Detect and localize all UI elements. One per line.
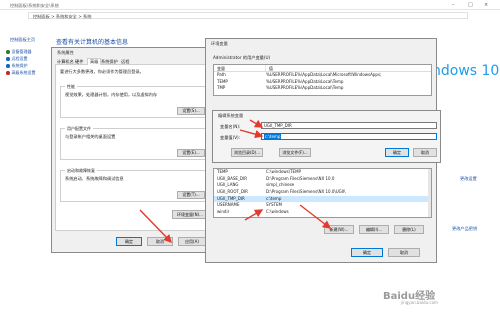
user-vars-table[interactable]: 变量值 Path %USERPROFILE%\AppData\Local\Micr… bbox=[213, 64, 432, 96]
edit-variable-button[interactable]: 编辑(I)... bbox=[359, 225, 389, 234]
browse-file-button[interactable]: 浏览文件(F)... bbox=[279, 148, 311, 157]
windows-logo-text: ndows 10 bbox=[432, 63, 500, 79]
sysprops-apply-button[interactable]: 应用(A) bbox=[178, 237, 206, 246]
table-row[interactable]: UGII_ROOT_DIR D:\Program Files\Siemens\NX… bbox=[214, 189, 431, 196]
page-heading: 查看有关计算机的基本信息 bbox=[56, 39, 129, 46]
var-name: TEMP bbox=[217, 78, 228, 84]
nav-remote-settings[interactable]: 远程设置 bbox=[6, 56, 28, 62]
environment-variables-button[interactable]: 环境变量(N)... bbox=[172, 210, 208, 219]
title-bar: 控制面板\系统和安全\系统 – □ × bbox=[0, 0, 500, 10]
var-name-label: 变量名(N): bbox=[220, 124, 241, 129]
window-title: 控制面板\系统和安全\系统 bbox=[10, 2, 59, 8]
cp-home-link[interactable]: 控制面板主页 bbox=[10, 37, 35, 43]
edit-system-variable-dialog: 编辑系统变量 变量名(N): UGII_TMP_DIR 变量值(V): c:\t… bbox=[212, 110, 441, 163]
table-row[interactable]: Path %USERPROFILE%\AppData\Local\Microsof… bbox=[214, 72, 431, 79]
performance-settings-button[interactable]: 设置(S)... bbox=[177, 107, 205, 115]
shield-icon bbox=[6, 64, 10, 68]
user-profiles-desc: 与登录帐户相关的桌面设置 bbox=[65, 134, 116, 139]
var-value: %USERPROFILE%\AppData\Local\Microsoft\Wi… bbox=[266, 72, 382, 77]
admin-note: 要进行大多数更改，你必须作为管理员登录。 bbox=[60, 69, 144, 74]
minimize-icon[interactable]: – bbox=[452, 2, 455, 8]
editdlg-cancel-button[interactable]: 取消 bbox=[413, 148, 437, 157]
delete-variable-button[interactable]: 删除(L) bbox=[394, 225, 424, 234]
editdlg-title: 编辑系统变量 bbox=[218, 112, 244, 118]
envvars-cancel-button[interactable]: 取消 bbox=[388, 248, 420, 257]
startup-recovery-desc: 系统启动、系统故障和调试信息 bbox=[65, 176, 124, 181]
maximize-icon[interactable]: □ bbox=[468, 2, 473, 8]
advanced-panel: 要进行大多数更改，你必须作为管理员登录。 性能 视觉效果，处理器计划，内存使用，… bbox=[55, 65, 211, 231]
user-profiles-group: 用户配置文件 与登录帐户相关的桌面设置 设置(E)... bbox=[60, 126, 208, 160]
var-name: TMP bbox=[217, 85, 226, 91]
var-name: UGII_TMP_DIR bbox=[217, 195, 245, 201]
change-key-link[interactable]: 更改产品密钥 bbox=[452, 226, 477, 232]
nav-system-protection[interactable]: 系统保护 bbox=[6, 63, 28, 69]
shield-icon bbox=[6, 71, 10, 75]
nav-advanced-settings[interactable]: 高级系统设置 bbox=[6, 70, 36, 76]
var-name-input[interactable]: UGII_TMP_DIR bbox=[261, 122, 437, 129]
performance-group: 性能 视觉效果，处理器计划，内存使用，以及虚拟内存 设置(S)... bbox=[60, 84, 208, 118]
var-value: SYSTEM bbox=[266, 202, 282, 208]
envvars-title: 环境变量 bbox=[211, 40, 228, 46]
col-value: 值 bbox=[269, 66, 273, 71]
user-vars-header: 变量值 bbox=[214, 65, 431, 72]
var-value-input[interactable]: c:\temp bbox=[261, 133, 437, 140]
nav-device-manager[interactable]: 设备管理器 bbox=[6, 49, 32, 55]
startup-recovery-settings-button[interactable]: 设置(T)... bbox=[177, 191, 205, 199]
var-value: C:\windows\TEMP bbox=[266, 169, 301, 174]
var-name: USERNAME bbox=[217, 202, 240, 208]
var-name: TEMP bbox=[217, 169, 228, 174]
startup-recovery-label: 启动和故障恢复 bbox=[65, 168, 97, 174]
user-profiles-label: 用户配置文件 bbox=[65, 126, 93, 132]
table-row[interactable]: TMP %USERPROFILE%\AppData\Local\Temp bbox=[214, 85, 431, 92]
var-value: simpl_chinese bbox=[266, 182, 295, 188]
shield-icon bbox=[6, 50, 10, 54]
var-value: D:\Program Files\Siemens\NX 10.0\UGII\ bbox=[266, 189, 346, 195]
var-value-text: c:\temp bbox=[264, 134, 282, 139]
startup-recovery-group: 启动和故障恢复 系统启动、系统故障和调试信息 设置(T)... bbox=[60, 168, 208, 202]
system-properties-dialog: 系统属性 计算机名 硬件 高级 系统保护 远程 要进行大多数更改，你必须作为管理… bbox=[51, 47, 213, 253]
table-row[interactable]: USERNAME SYSTEM bbox=[214, 202, 431, 209]
sysprops-title: 系统属性 bbox=[57, 49, 74, 55]
tab-strip: 计算机名 硬件 高级 系统保护 远程 bbox=[55, 58, 211, 66]
table-row[interactable]: TEMP %USERPROFILE%\AppData\Local\Temp bbox=[214, 79, 431, 86]
close-icon[interactable]: × bbox=[484, 2, 488, 8]
var-value: C:\windows bbox=[266, 209, 289, 215]
table-row[interactable]: windir C:\windows bbox=[214, 209, 431, 216]
table-row-selected[interactable]: UGII_TMP_DIR c:\temp bbox=[214, 195, 431, 203]
new-variable-button[interactable]: 新建(W)... bbox=[324, 225, 354, 234]
browse-directory-button[interactable]: 浏览目录(D)... bbox=[231, 148, 263, 157]
watermark-url: jingyan.baidu.com bbox=[401, 300, 438, 305]
performance-label: 性能 bbox=[65, 84, 77, 90]
var-name: UGII_ROOT_DIR bbox=[217, 189, 248, 195]
table-row[interactable]: UGII_BASE_DIR D:\Program Files\Siemens\NX… bbox=[214, 176, 431, 183]
editdlg-ok-button[interactable]: 确定 bbox=[385, 148, 409, 157]
breadcrumb: 控制面板 > 系统和安全 > 系统 bbox=[33, 13, 92, 19]
sysprops-ok-button[interactable]: 确定 bbox=[116, 237, 142, 246]
table-row[interactable]: TEMP C:\windows\TEMP bbox=[214, 169, 431, 176]
envvars-ok-button[interactable]: 确定 bbox=[351, 248, 383, 257]
performance-desc: 视觉效果，处理器计划，内存使用，以及虚拟内存 bbox=[65, 92, 158, 97]
change-settings-link[interactable]: 更改设置 bbox=[460, 176, 477, 182]
var-value: D:\Program Files\Siemens\NX 10.0 bbox=[266, 175, 335, 181]
col-variable: 变量 bbox=[214, 65, 266, 71]
system-vars-table[interactable]: TEMP C:\windows\TEMP UGII_BASE_DIR D:\Prog… bbox=[213, 168, 432, 218]
user-profiles-settings-button[interactable]: 设置(E)... bbox=[177, 149, 205, 157]
var-name: UGII_LANG bbox=[217, 182, 239, 188]
var-value: c:\temp bbox=[266, 195, 282, 201]
scrollbar[interactable] bbox=[428, 169, 431, 217]
address-bar[interactable]: 控制面板 > 系统和安全 > 系统 bbox=[28, 12, 468, 19]
var-name: windir bbox=[217, 209, 230, 215]
shield-icon bbox=[6, 57, 10, 61]
var-name: UGII_BASE_DIR bbox=[217, 175, 247, 181]
var-name: Path bbox=[217, 72, 226, 77]
sysprops-cancel-button[interactable]: 取消 bbox=[147, 237, 173, 246]
var-value: %USERPROFILE%\AppData\Local\Temp bbox=[266, 78, 344, 84]
var-value: %USERPROFILE%\AppData\Local\Temp bbox=[266, 85, 344, 91]
user-vars-label: Administrator 的用户变量(U) bbox=[213, 55, 271, 60]
var-value-label: 变量值(V): bbox=[220, 135, 241, 140]
table-row[interactable]: UGII_LANG simpl_chinese bbox=[214, 182, 431, 189]
